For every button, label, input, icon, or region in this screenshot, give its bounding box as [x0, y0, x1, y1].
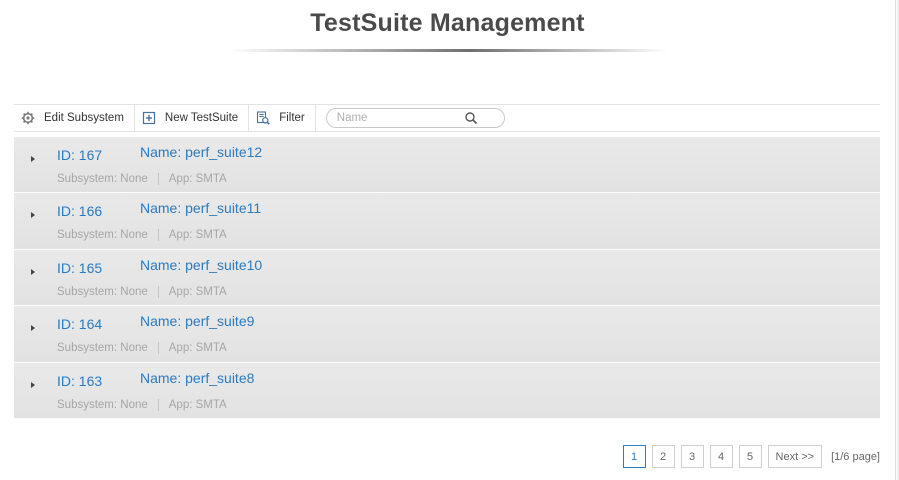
row-subsystem: Subsystem: None: [57, 285, 148, 298]
new-testsuite-label: New TestSuite: [164, 112, 239, 124]
caret-right-icon[interactable]: [31, 381, 35, 388]
edit-subsystem-button[interactable]: Edit Subsystem: [14, 105, 135, 131]
row-name-link[interactable]: Name: perf_suite10: [140, 257, 262, 273]
caret-right-icon[interactable]: [31, 268, 35, 275]
gear-icon: [21, 111, 35, 125]
meta-divider: [157, 342, 159, 355]
row-id: ID: 164: [57, 316, 103, 333]
row-meta: Subsystem: None App: SMTA: [57, 342, 227, 355]
plus-box-icon: [142, 111, 156, 125]
title-divider: [228, 49, 668, 52]
row-app: App: SMTA: [168, 398, 227, 411]
next-page-button[interactable]: Next >>: [767, 445, 823, 468]
row-name-link[interactable]: Name: perf_suite11: [140, 200, 261, 216]
edit-subsystem-label: Edit Subsystem: [44, 112, 124, 124]
caret-right-icon[interactable]: [31, 156, 35, 162]
row-subsystem: Subsystem: None: [57, 342, 148, 355]
filter-button[interactable]: Filter: [249, 105, 316, 131]
table-row: ID: 166 Name: perf_suite11 Subsystem: No…: [14, 193, 880, 250]
row-meta: Subsystem: None App: SMTA: [57, 173, 227, 185]
search-icon[interactable]: [464, 111, 478, 125]
table-row: ID: 167 Name: perf_suite12 Subsystem: No…: [14, 137, 880, 194]
page-button-1[interactable]: 1: [622, 445, 646, 468]
caret-right-icon[interactable]: [31, 212, 35, 219]
filter-icon: [257, 111, 270, 125]
row-app: App: SMTA: [168, 342, 227, 355]
row-name-link[interactable]: Name: perf_suite8: [140, 370, 254, 386]
row-id: ID: 167: [57, 147, 103, 163]
filter-label: Filter: [279, 112, 305, 124]
caret-right-icon[interactable]: [31, 325, 35, 332]
row-app: App: SMTA: [168, 173, 227, 185]
row-id: ID: 165: [57, 259, 103, 276]
row-meta: Subsystem: None App: SMTA: [57, 285, 227, 298]
row-name-link[interactable]: Name: perf_suite9: [140, 313, 254, 329]
table-row: ID: 164 Name: perf_suite9 Subsystem: Non…: [14, 306, 880, 363]
meta-divider: [157, 173, 159, 185]
meta-divider: [157, 398, 159, 411]
row-subsystem: Subsystem: None: [57, 229, 148, 242]
table-row: ID: 165 Name: perf_suite10 Subsystem: No…: [14, 249, 880, 307]
row-subsystem: Subsystem: None: [57, 398, 148, 411]
table-row: ID: 163 Name: perf_suite8 Subsystem: Non…: [14, 362, 880, 419]
testsuite-list: ID: 167 Name: perf_suite12 Subsystem: No…: [14, 137, 880, 419]
page-right-edge: [895, 0, 899, 480]
row-id: ID: 163: [57, 372, 103, 389]
page-button-4[interactable]: 4: [709, 445, 733, 468]
page-button-3[interactable]: 3: [680, 445, 704, 468]
search-box: [325, 108, 505, 128]
meta-divider: [157, 285, 159, 298]
new-testsuite-button[interactable]: New TestSuite: [135, 105, 250, 131]
row-app: App: SMTA: [168, 229, 227, 242]
row-name-link[interactable]: Name: perf_suite12: [140, 144, 262, 160]
meta-divider: [157, 229, 159, 242]
row-subsystem: Subsystem: None: [57, 173, 148, 185]
page-title: TestSuite Management: [310, 9, 585, 37]
toolbar: Edit Subsystem New TestSuite Filter: [14, 104, 880, 132]
row-meta: Subsystem: None App: SMTA: [57, 229, 227, 242]
page-button-5[interactable]: 5: [738, 445, 762, 468]
row-id: ID: 166: [57, 203, 103, 220]
pagination: 1 2 3 4 5 Next >> [1/6 page]: [617, 445, 880, 468]
page-info: [1/6 page]: [831, 450, 880, 463]
row-meta: Subsystem: None App: SMTA: [57, 398, 227, 411]
search-input[interactable]: [326, 112, 467, 124]
page-button-2[interactable]: 2: [651, 445, 675, 468]
row-app: App: SMTA: [168, 285, 227, 298]
